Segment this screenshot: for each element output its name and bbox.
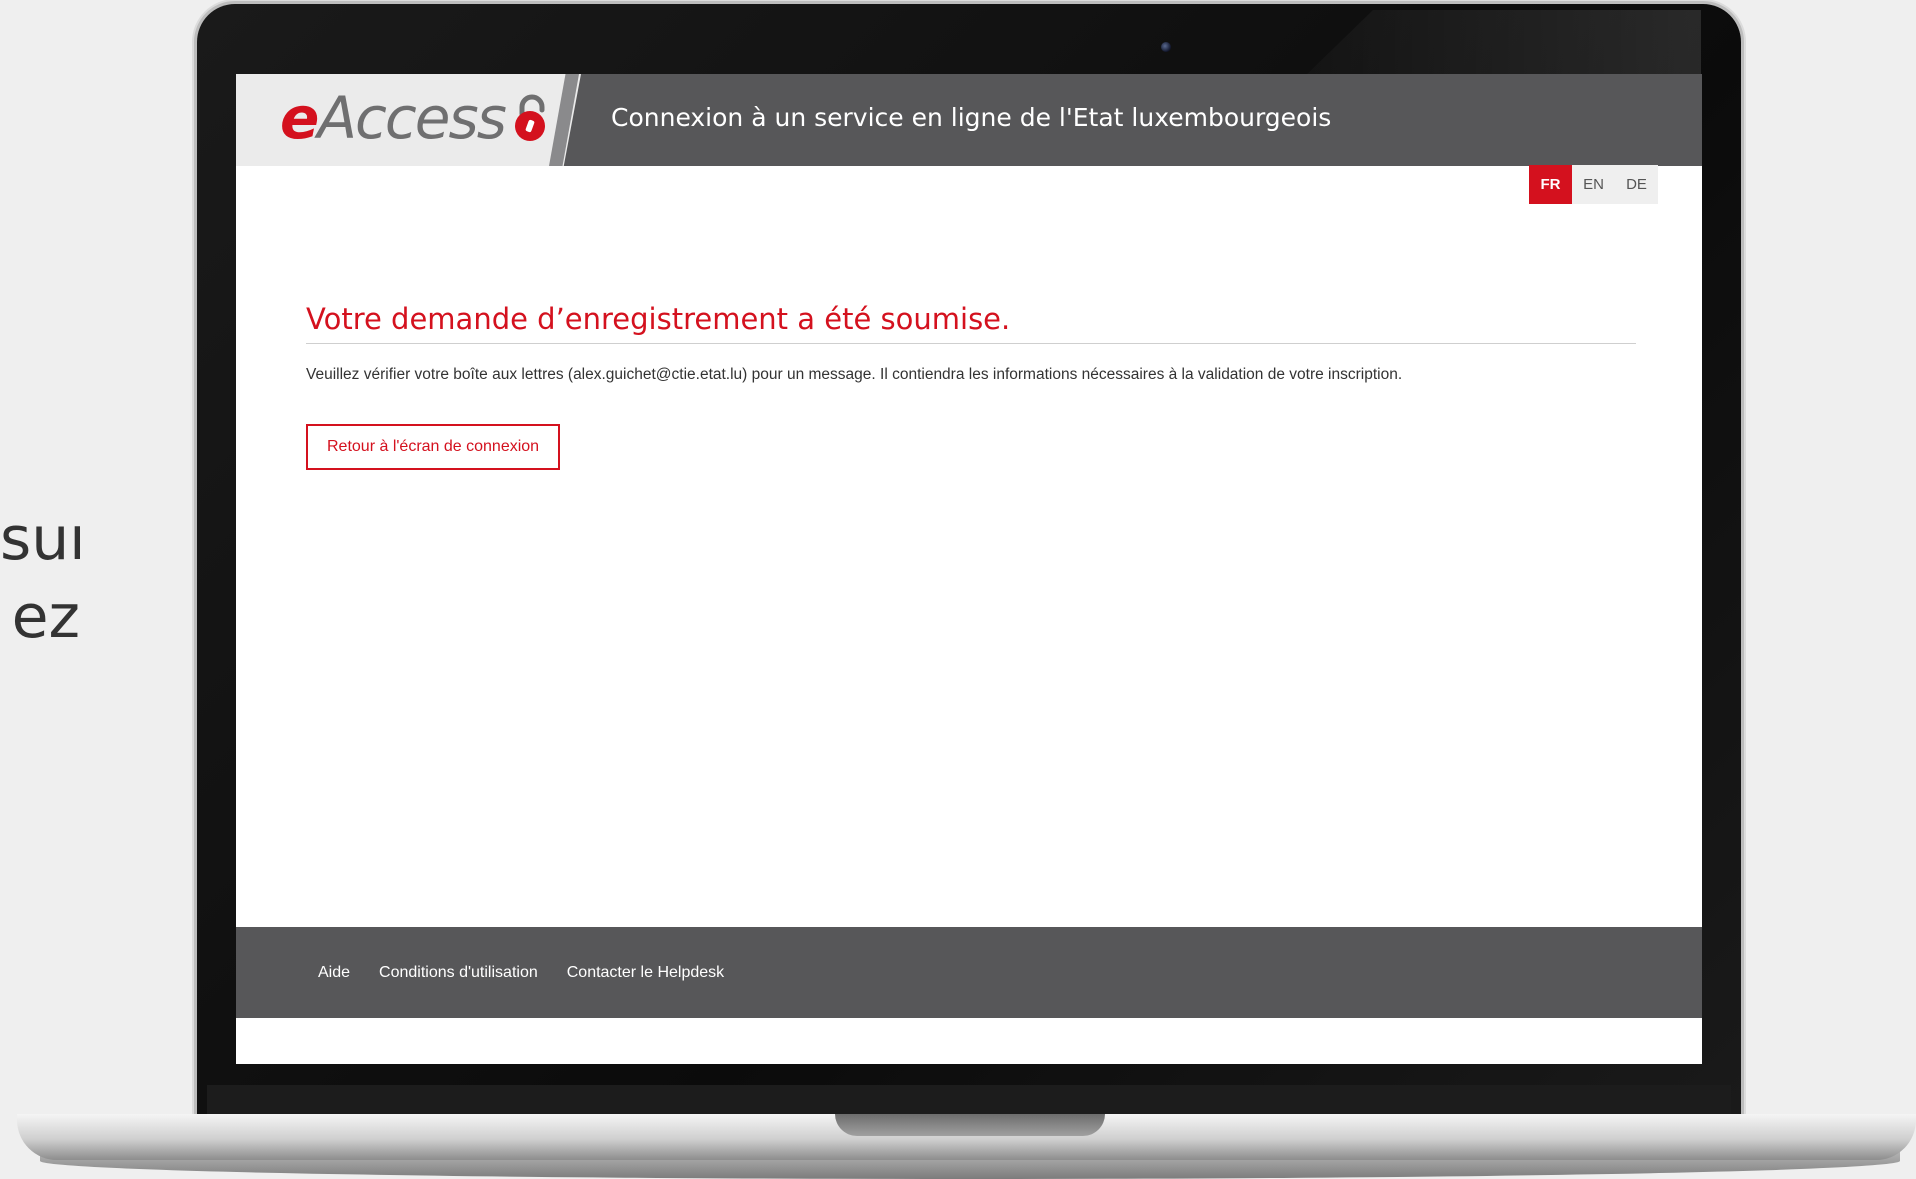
eaccess-logo[interactable]: eAccess [280, 86, 551, 150]
language-switcher: FR EN DE [1529, 165, 1658, 204]
lang-de[interactable]: DE [1615, 165, 1658, 204]
confirmation-message: Veuillez vérifier votre boîte aux lettre… [306, 366, 1403, 383]
browser-screen: eAccess Connexion à un service en ligne … [236, 74, 1702, 1064]
background-text-line-1: sur [0, 504, 80, 574]
back-to-login-button[interactable]: Retour à l'écran de connexion [306, 424, 561, 470]
lang-en[interactable]: EN [1572, 165, 1615, 204]
background-text-line-2: ez [11, 582, 80, 652]
footer: Aide Conditions d'utilisation Contacter … [236, 927, 1702, 1018]
logo-access: Access [317, 84, 507, 152]
background-text: sur ez [0, 500, 80, 656]
header-title: Connexion à un service en ligne de l'Eta… [611, 103, 1332, 132]
lang-fr[interactable]: FR [1529, 165, 1572, 204]
main-content: Votre demande d’enregistrement a été sou… [306, 302, 1636, 470]
footer-link-conditions[interactable]: Conditions d'utilisation [379, 964, 538, 982]
laptop-notch [835, 1114, 1105, 1136]
screen-glare [1301, 10, 1701, 80]
app-header: eAccess Connexion à un service en ligne … [236, 74, 1702, 166]
footer-link-helpdesk[interactable]: Contacter le Helpdesk [567, 964, 724, 982]
logo-e: e [280, 84, 319, 152]
laptop-bezel-bottom [207, 1085, 1731, 1115]
footer-link-aide[interactable]: Aide [318, 964, 350, 982]
page-title: Votre demande d’enregistrement a été sou… [306, 302, 1636, 344]
camera-icon [1161, 42, 1171, 52]
lock-icon [511, 90, 551, 141]
